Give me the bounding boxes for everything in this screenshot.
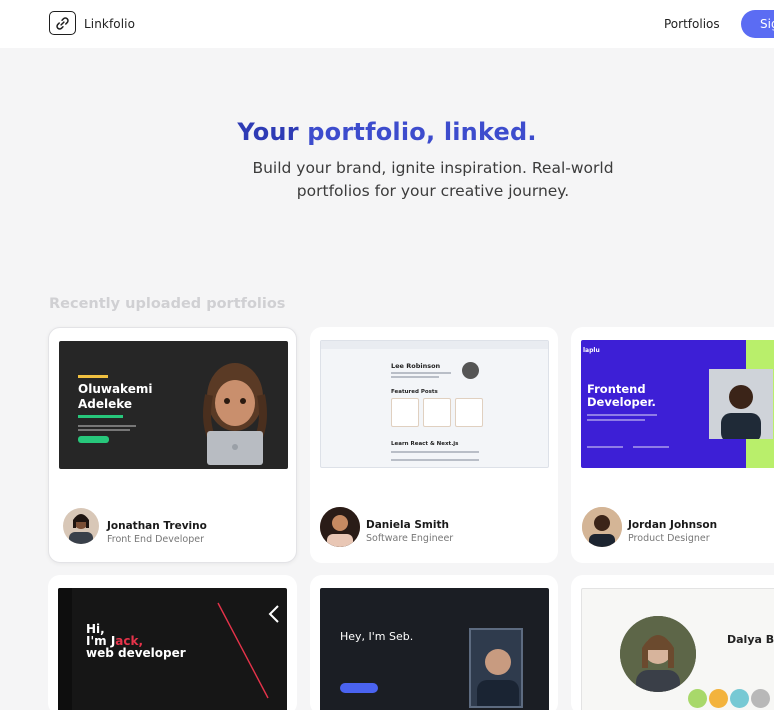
preview-section-heading: Learn React & Next.js	[391, 441, 459, 447]
portfolio-card[interactable]: Hey, I'm Seb.	[310, 575, 558, 710]
portfolio-owner-name: Jordan Johnson	[628, 519, 718, 531]
sign-in-button[interactable]: Sig	[741, 10, 774, 38]
preview-text-line	[633, 446, 669, 448]
portfolio-card[interactable]: Dalya Baron	[571, 575, 774, 710]
preview-tag	[751, 689, 770, 708]
hero-title: Your portfolio, linked.	[0, 118, 774, 146]
portfolio-card-jordan[interactable]: laplu Frontend Developer. Jordan Johnson …	[571, 327, 774, 563]
nav-portfolios-link[interactable]: Portfolios	[664, 17, 720, 31]
portfolio-preview: Dalya Baron	[581, 588, 774, 710]
preview-text-line	[587, 446, 623, 448]
memoji-laptop-illustration	[203, 363, 267, 465]
preview-text-line	[78, 425, 136, 427]
preview-photo	[709, 369, 773, 439]
preview-post-card	[423, 398, 451, 427]
preview-text-line	[391, 376, 439, 378]
preview-heading-line3: web developer	[86, 646, 186, 660]
section-title: Recently uploaded portfolios	[49, 296, 286, 312]
preview-heading: Dalya Baron	[727, 633, 774, 646]
preview-heading-line1: Frontend	[587, 382, 646, 396]
preview-heading: Frontend Developer.	[587, 383, 656, 409]
portfolio-owner-role: Software Engineer	[366, 533, 454, 544]
preview-tag	[688, 689, 707, 708]
preview-accent-bar	[78, 375, 108, 378]
preview-avatar	[462, 362, 479, 379]
portfolio-owner-role: Front End Developer	[107, 534, 204, 545]
preview-heading-line1: Oluwakemi	[78, 382, 153, 396]
preview-navbar	[321, 341, 548, 349]
portfolio-owner-name: Daniela Smith	[366, 519, 449, 531]
preview-heading: Hey, I'm Seb.	[340, 630, 414, 643]
preview-text-line	[391, 451, 479, 453]
portfolio-card-daniela[interactable]: Lee Robinson Featured Posts Learn React …	[310, 327, 558, 563]
preview-heading-line2: Developer.	[587, 395, 656, 409]
avatar	[63, 508, 99, 544]
avatar	[320, 507, 360, 547]
preview-heading-line2: Adeleke	[78, 397, 133, 411]
preview-tag	[730, 689, 749, 708]
preview-button	[78, 436, 109, 443]
preview-sidebar	[58, 588, 72, 710]
top-navbar: Linkfolio Portfolios Sig	[0, 0, 774, 48]
preview-heading: Oluwakemi Adeleke	[78, 382, 152, 412]
preview-text-line	[78, 429, 130, 431]
decorative-line	[217, 602, 279, 699]
hero-title-prefix: Your	[237, 118, 308, 146]
preview-button	[340, 683, 378, 693]
preview-text-line	[587, 419, 645, 421]
portfolio-preview: Lee Robinson Featured Posts Learn React …	[320, 340, 549, 468]
portfolio-owner-role: Product Designer	[628, 533, 710, 544]
portfolio-preview: laplu Frontend Developer.	[581, 340, 774, 468]
preview-text-line	[391, 372, 451, 374]
link-icon[interactable]	[49, 11, 76, 35]
portfolio-owner-name: Jonathan Trevino	[107, 520, 207, 532]
portfolio-preview: Hi, I'm Jack, web developer	[58, 588, 287, 710]
preview-text-line	[587, 414, 657, 416]
avatar	[582, 507, 622, 547]
preview-tag	[709, 689, 728, 708]
hero-subtitle: Build your brand, ignite inspiration. Re…	[252, 159, 614, 200]
portfolio-preview: Oluwakemi Adeleke	[59, 341, 288, 469]
portfolio-card-jonathan[interactable]: Oluwakemi Adeleke Jonathan Trevino Front …	[48, 327, 297, 563]
preview-heading: Hi, I'm Jack, web developer	[86, 623, 186, 659]
preview-title: Lee Robinson	[391, 362, 441, 370]
preview-text-line	[391, 459, 479, 461]
preview-green-bar	[78, 415, 123, 418]
hero-title-highlight: portfolio, linked.	[307, 118, 537, 146]
preview-photo	[469, 628, 523, 708]
logo-text[interactable]: Linkfolio	[84, 17, 135, 31]
preview-logo: laplu	[583, 347, 600, 354]
portfolio-card[interactable]: Hi, I'm Jack, web developer	[48, 575, 297, 710]
preview-section-heading: Featured Posts	[391, 389, 438, 395]
portfolio-preview: Hey, I'm Seb.	[320, 588, 549, 710]
preview-post-card	[391, 398, 419, 427]
preview-post-card	[455, 398, 483, 427]
preview-photo	[620, 616, 696, 692]
